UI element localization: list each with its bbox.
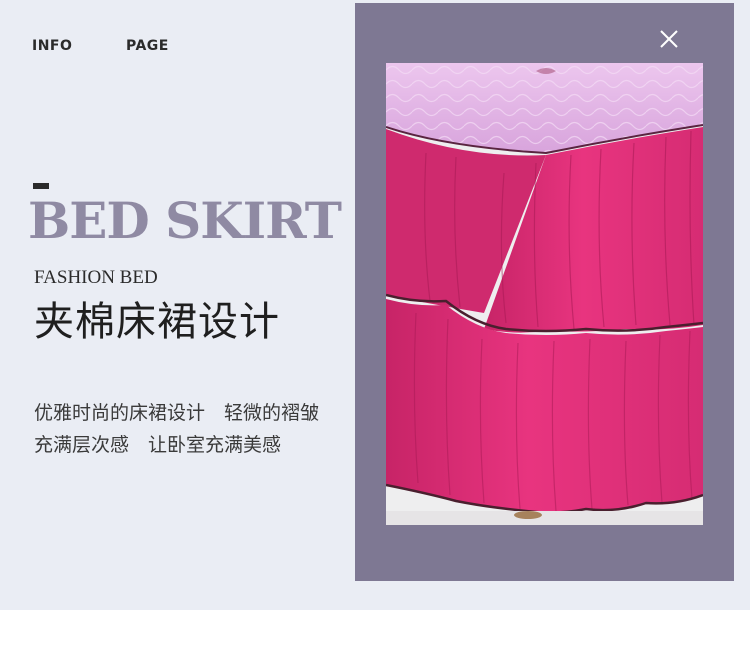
bed-skirt-illustration (386, 63, 703, 525)
description-line-2: 充满层次感 让卧室充满美感 (34, 434, 282, 456)
close-icon (660, 30, 678, 48)
info-panel: INFO PAGE BED SKIRT FASHION BED 夹棉床裙设计 优… (0, 0, 750, 610)
subheading: FASHION BED (34, 267, 158, 288)
headline: BED SKIRT (28, 191, 342, 250)
chinese-title: 夹棉床裙设计 (34, 299, 280, 345)
nav-page-link[interactable]: PAGE (126, 38, 169, 54)
nav-info-link[interactable]: INFO (32, 38, 72, 54)
close-button[interactable] (655, 25, 683, 53)
accent-dash (33, 183, 49, 189)
description-line-1: 优雅时尚的床裙设计 轻微的褶皱 (34, 402, 320, 424)
bed-skirt-photo (386, 63, 703, 525)
